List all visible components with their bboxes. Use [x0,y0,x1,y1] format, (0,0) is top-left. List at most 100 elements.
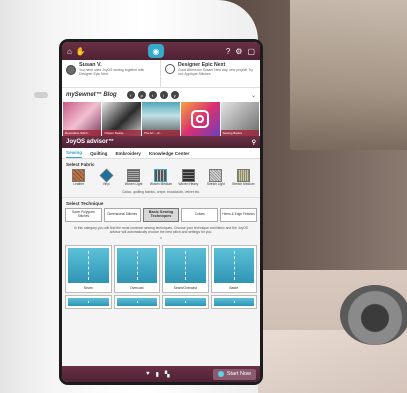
fabric-label: Woven Light [124,182,143,186]
top-bar-left: ⌂ ✋ [67,47,86,56]
stitch-image [68,248,109,284]
designer-info: Designer Epic Next Good Afternoon Susan!… [178,62,256,85]
blog-header: mySewnet™ Blog f p t i y ⌄ [62,88,260,102]
stitch-image [116,248,157,284]
thumb-caption: The Art ...of... [141,130,181,136]
bottom-bar: ♥ ▮ ▚ Start Now [62,366,260,382]
chevron-down-icon[interactable]: ⌄ [251,92,256,99]
top-bar-right: ? ⚙ ▢ [226,47,255,56]
user-info: Susan V. You have used JoyOS sewing toge… [79,62,156,85]
instagram-logo-icon [191,110,210,128]
stitch-image [116,298,157,307]
blog-title: mySewnet™ Blog [66,92,117,98]
hand-icon[interactable]: ✋ [76,47,86,56]
technique-description: In this category you will find the most … [62,222,260,238]
fabric-label: Vinyl [102,182,110,186]
stitch-image [213,248,254,284]
fabric-option[interactable]: Stretch Medium [232,169,255,187]
fabric-option[interactable]: Stretch Light [204,169,227,187]
designer-card[interactable]: Designer Epic Next Good Afternoon Susan!… [161,60,260,87]
tab-embroidery[interactable]: Embroidery [115,149,141,158]
search-icon[interactable]: ⚲ [252,139,256,146]
fabric-option[interactable]: Leather [67,169,90,187]
heart-icon[interactable]: ♥ [146,371,150,378]
stitch-card[interactable] [113,295,160,310]
youtube-icon[interactable]: y [170,91,179,99]
technique-option[interactable]: Dimensional Stitches [103,207,141,222]
woven-light-swatch-icon [127,169,141,182]
advisor-tabs: Sewing Quilting Embroidery Knowledge Cen… [62,148,260,159]
advisor-title: JoyOS advisor™ [66,139,115,145]
blog-thumb-instagram[interactable] [181,102,220,136]
stitch-image [165,298,206,307]
thumb-caption: Clipper Ready... [102,130,141,136]
fabric-option-selected[interactable]: Woven Medium [149,169,172,187]
stitch-image [213,298,254,307]
fabric-label: Woven Heavy [178,182,199,186]
help-icon[interactable]: ? [226,47,230,56]
stitch-card[interactable]: Seam/Overcast [162,245,209,294]
fabric-label: Stretch Light [206,182,225,186]
fabric-description: Calico, quilting fabrics, crepe, broadcl… [62,187,260,198]
social-icons: f p t i y [126,91,179,99]
technique-option-active[interactable]: Basic Sewing Techniques [142,207,180,222]
technique-option[interactable]: Collars [181,207,219,222]
info-icon[interactable]: ▢ [247,47,255,56]
stitch-label: Seam/Overcast [173,286,197,291]
stitch-label: Overcast [129,286,144,291]
stitch-card[interactable] [65,295,112,310]
technique-option[interactable]: Saver Polygram Stitches [65,207,102,222]
select-technique-label: Select Technique [62,197,260,207]
book-icon[interactable]: ▮ [156,371,159,378]
copy-icon[interactable]: ▚ [165,371,170,378]
instagram-icon[interactable]: i [159,91,168,99]
thumb-caption: Sewing Basics [220,130,260,136]
stretch-medium-swatch-icon [236,169,250,182]
fabric-option[interactable]: Woven Light [122,169,145,187]
fabric-label: Stretch Medium [232,182,255,186]
stitch-card[interactable]: Overcast [113,245,160,294]
fabric-option[interactable]: Woven Heavy [177,169,200,187]
settings-icon[interactable]: ⚙ [235,47,242,56]
stitch-card[interactable] [210,295,257,310]
stitch-image [165,248,206,284]
pinterest-icon[interactable]: p [137,91,146,99]
home-icon[interactable]: ⌂ [67,47,72,56]
stitch-card[interactable] [162,295,209,310]
tab-knowledge-center[interactable]: Knowledge Center [149,149,189,158]
twitter-icon[interactable]: t [148,91,157,99]
blog-thumb[interactable]: Decorative Stitch... [63,102,102,136]
technique-options: Saver Polygram Stitches Dimensional Stit… [62,206,260,223]
tab-quilting[interactable]: Quilting [90,149,107,158]
blog-thumb[interactable]: The Art ...of... [141,102,181,136]
stitch-image [68,298,109,307]
stretch-light-swatch-icon [209,169,223,182]
stitch-label: Baste [229,286,239,291]
machine-icon [165,64,175,74]
start-now-button[interactable]: Start Now [212,368,256,380]
app-logo-icon[interactable]: ◉ [147,44,164,58]
stitch-card[interactable]: Baste [210,245,257,294]
stitch-grid-row2 [62,295,260,310]
technique-option[interactable]: Hems & Edge Finishes [220,207,257,222]
user-card[interactable]: Susan V. You have used JoyOS sewing toge… [62,60,161,87]
woven-medium-swatch-icon [154,169,168,182]
tab-sewing[interactable]: Sewing [66,148,83,158]
advisor-header: JoyOS advisor™ ⚲ [62,136,260,148]
user-text: You have used JoyOS sewing together with… [79,68,145,76]
blog-thumbnails: Decorative Stitch... Clipper Ready... Th… [62,102,260,136]
touch-screen: ⌂ ✋ ◉ ? ⚙ ▢ Susan V. You have used JoyOS… [62,42,260,382]
fabric-label: Leather [73,182,85,186]
blog-thumb[interactable]: Sewing Basics [220,102,260,136]
stitch-card[interactable]: Seam [65,245,112,294]
fabric-options: Leather Vinyl Woven Light Woven Medium W… [62,168,260,188]
avatar [66,65,76,75]
start-dot-icon [217,371,224,377]
fabric-option[interactable]: Vinyl [95,168,118,187]
woven-heavy-swatch-icon [181,169,195,182]
machine-knob [34,92,48,98]
facebook-icon[interactable]: f [126,91,135,99]
thumb-caption: Decorative Stitch... [63,130,102,136]
blog-thumb[interactable]: Clipper Ready... [102,102,141,136]
fabric-label: Woven Medium [149,182,173,186]
